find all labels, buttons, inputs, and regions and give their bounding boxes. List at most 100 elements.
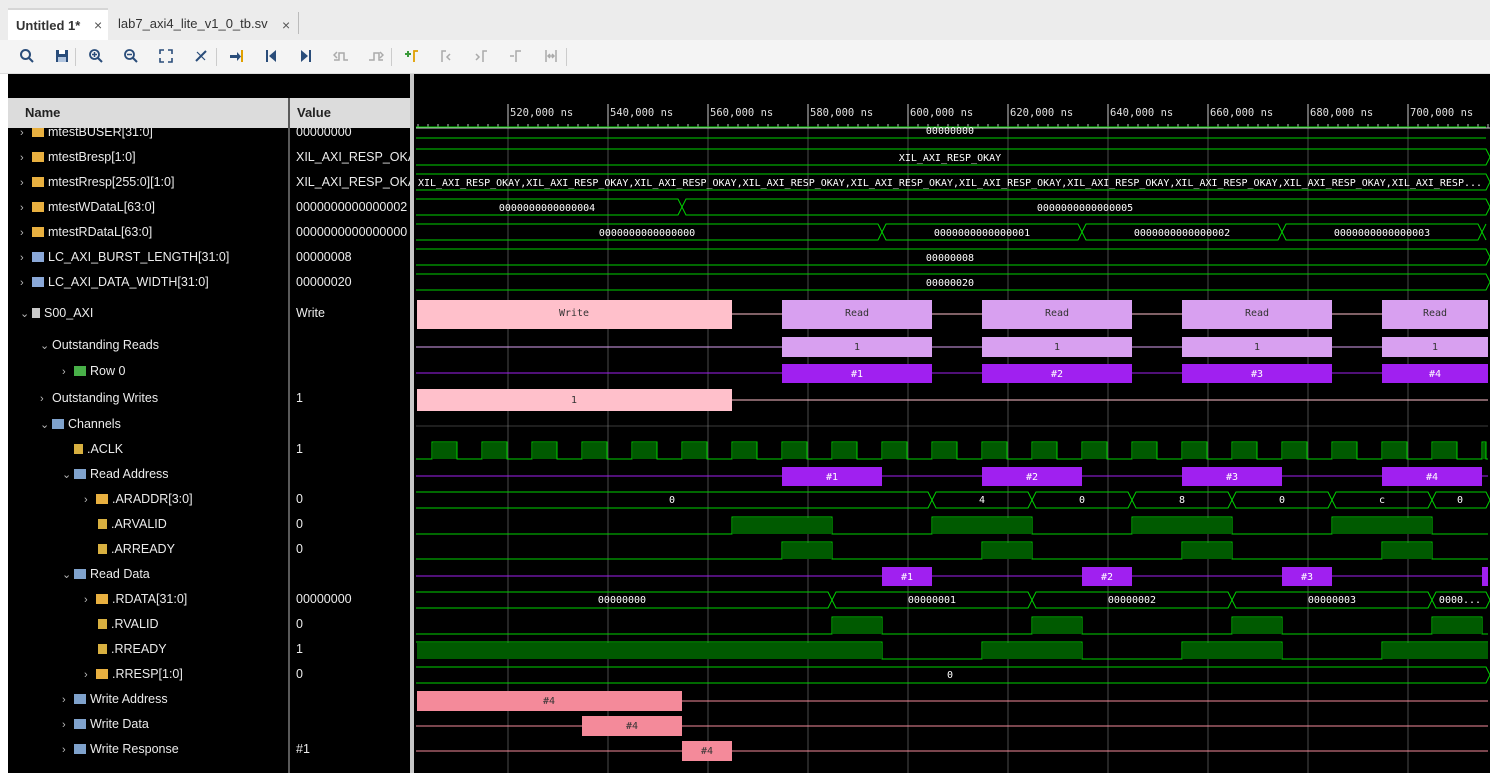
signal-row[interactable]: › .ARADDR[3:0] xyxy=(84,489,193,509)
signal-row[interactable]: › .RDATA[31:0] xyxy=(84,589,187,609)
go-to-end-icon[interactable] xyxy=(296,46,316,66)
zoom-out-icon[interactable] xyxy=(121,46,141,66)
group-row[interactable]: › Row 0 xyxy=(62,361,125,381)
signal-row[interactable]: › mtestWDataL[63:0] xyxy=(20,197,155,217)
timeline-ruler: 520,000 ns 540,000 ns 560,000 ns 580,000 ns… xyxy=(416,104,1490,129)
chevron-right-icon[interactable]: › xyxy=(40,389,52,409)
value-column-header[interactable]: Value xyxy=(297,98,331,128)
wave-mtestwdatal[interactable]: 0000000000000004 0000000000000005 xyxy=(416,198,1490,216)
wave-rvalid[interactable] xyxy=(416,616,1488,635)
search-icon[interactable] xyxy=(17,46,37,66)
chevron-down-icon[interactable]: ⌄ xyxy=(62,565,74,585)
group-row[interactable]: › Write Data xyxy=(62,714,149,734)
next-transition-icon[interactable] xyxy=(366,46,386,66)
signal-row[interactable]: .RREADY xyxy=(98,639,167,659)
wire-icon xyxy=(98,544,107,554)
wave-write-response[interactable]: #4 xyxy=(416,741,1488,761)
wave-read-data[interactable]: #1 #2 #3 xyxy=(416,567,1488,586)
signal-row[interactable]: .ARVALID xyxy=(98,514,167,534)
close-icon[interactable]: × xyxy=(282,17,290,33)
wave-s00-axi[interactable]: Write Read Read Read Read xyxy=(417,300,1488,329)
signal-row[interactable]: › LC_AXI_DATA_WIDTH[31:0] xyxy=(20,272,209,292)
chevron-down-icon[interactable]: ⌄ xyxy=(62,465,74,485)
wave-mtestrdatal[interactable]: 0000000000000000 0000000000000001 000000… xyxy=(416,223,1487,241)
previous-transition-icon[interactable] xyxy=(331,46,351,66)
save-icon[interactable] xyxy=(52,46,72,66)
interface-row[interactable]: ⌄ S00_AXI xyxy=(20,303,93,323)
group-row[interactable]: › Outstanding Writes xyxy=(40,388,158,408)
go-to-cursor-icon[interactable] xyxy=(226,46,246,66)
chevron-right-icon[interactable]: › xyxy=(84,490,96,510)
chevron-right-icon[interactable]: › xyxy=(62,362,74,382)
group-row[interactable]: › Write Address xyxy=(62,689,168,709)
chevron-down-icon[interactable]: ⌄ xyxy=(20,304,32,324)
chevron-right-icon[interactable]: › xyxy=(20,273,32,293)
go-to-start-icon[interactable] xyxy=(261,46,281,66)
signal-row[interactable]: › .RRESP[1:0] xyxy=(84,664,183,684)
wave-outstanding-reads[interactable]: 1 1 1 1 xyxy=(416,337,1488,357)
wave-write-address[interactable]: #4 xyxy=(417,691,1488,711)
wave-outstanding-writes[interactable]: 1 xyxy=(417,389,1488,411)
chevron-right-icon[interactable]: › xyxy=(20,173,32,193)
chevron-right-icon[interactable]: › xyxy=(84,665,96,685)
wave-rready[interactable] xyxy=(416,641,1488,660)
signal-row[interactable]: › mtestBUSER[31:0] xyxy=(20,128,153,142)
parameter-icon xyxy=(32,252,44,262)
signal-row[interactable]: .RVALID xyxy=(98,614,158,634)
name-column-header[interactable]: Name xyxy=(25,98,60,128)
tab-untitled-1[interactable]: Untitled 1* xyxy=(8,8,108,40)
wave-aclk[interactable] xyxy=(416,441,1488,460)
clock-high-phase xyxy=(783,443,807,459)
wave-mtestrresp[interactable]: XIL_AXI_RESP_OKAY,XIL_AXI_RESP_OKAY,XIL_… xyxy=(416,173,1490,191)
group-row[interactable]: › Write Response xyxy=(62,739,179,759)
chevron-right-icon[interactable]: › xyxy=(20,223,32,243)
chevron-right-icon[interactable]: › xyxy=(62,740,74,760)
wave-read-address[interactable]: #1 #2 #3 #4 xyxy=(416,467,1488,486)
signal-row[interactable]: .ARREADY xyxy=(98,539,175,559)
close-icon[interactable]: × xyxy=(94,17,102,33)
chevron-right-icon[interactable]: › xyxy=(20,198,32,218)
wave-araddr[interactable]: 0 4 0 8 0 c 0 xyxy=(416,491,1490,509)
chevron-right-icon[interactable]: › xyxy=(84,590,96,610)
waveform-panel[interactable]: 520,000 ns 540,000 ns 560,000 ns 580,000 ns… xyxy=(414,74,1490,773)
waveform-canvas[interactable]: 520,000 ns 540,000 ns 560,000 ns 580,000 ns… xyxy=(414,74,1490,773)
signal-row[interactable]: › mtestRDataL[63:0] xyxy=(20,222,152,242)
wave-label: c xyxy=(1379,495,1385,506)
wave-row-0[interactable]: #1 #2 #3 #4 xyxy=(416,364,1488,383)
group-row[interactable]: ⌄ Read Address xyxy=(62,464,169,484)
swap-cursors-icon[interactable] xyxy=(506,46,526,66)
add-marker-icon[interactable] xyxy=(401,46,421,66)
signal-row[interactable]: .ACLK xyxy=(74,439,123,459)
signal-row[interactable]: › mtestBresp[1:0] xyxy=(20,147,136,167)
signal-row[interactable]: › LC_AXI_BURST_LENGTH[31:0] xyxy=(20,247,229,267)
signal-row[interactable]: › mtestRresp[255:0][1:0] xyxy=(20,172,174,192)
zoom-fit-icon[interactable] xyxy=(156,46,176,66)
clock-high-phase xyxy=(1083,443,1107,459)
wave-rdata[interactable]: 00000000 00000001 00000002 00000003 0000… xyxy=(416,591,1490,609)
wave-data-width[interactable]: 00000020 xyxy=(416,273,1490,291)
signal-name: mtestBUSER[31:0] xyxy=(48,128,153,139)
zoom-in-icon[interactable] xyxy=(86,46,106,66)
tab-lab7-tb[interactable]: lab7_axi4_lite_v1_0_tb.sv xyxy=(110,8,298,38)
group-row[interactable]: ⌄ Read Data xyxy=(62,564,150,584)
chevron-right-icon[interactable]: › xyxy=(20,128,32,143)
chevron-right-icon[interactable]: › xyxy=(20,148,32,168)
wave-rresp[interactable]: 0 xyxy=(416,666,1490,684)
wave-mtestbresp[interactable]: XIL_AXI_RESP_OKAY xyxy=(416,148,1490,166)
chevron-right-icon[interactable]: › xyxy=(20,248,32,268)
chevron-right-icon[interactable]: › xyxy=(62,715,74,735)
cursor-icon[interactable] xyxy=(191,46,211,66)
chevron-down-icon[interactable]: ⌄ xyxy=(40,415,52,435)
group-row[interactable]: ⌄ Channels xyxy=(40,414,121,434)
chevron-right-icon[interactable]: › xyxy=(62,690,74,710)
wave-arready[interactable] xyxy=(416,541,1488,560)
wave-arvalid[interactable] xyxy=(416,516,1488,535)
previous-marker-icon[interactable] xyxy=(436,46,456,66)
clock-high-phase xyxy=(883,443,907,459)
group-row[interactable]: ⌄ Outstanding Reads xyxy=(40,335,159,355)
next-marker-icon[interactable] xyxy=(471,46,491,66)
wave-write-data[interactable]: #4 xyxy=(416,716,1488,736)
wave-burst-length[interactable]: 00000008 xyxy=(416,248,1490,266)
chevron-down-icon[interactable]: ⌄ xyxy=(40,336,52,356)
fit-cursors-icon[interactable] xyxy=(541,46,561,66)
